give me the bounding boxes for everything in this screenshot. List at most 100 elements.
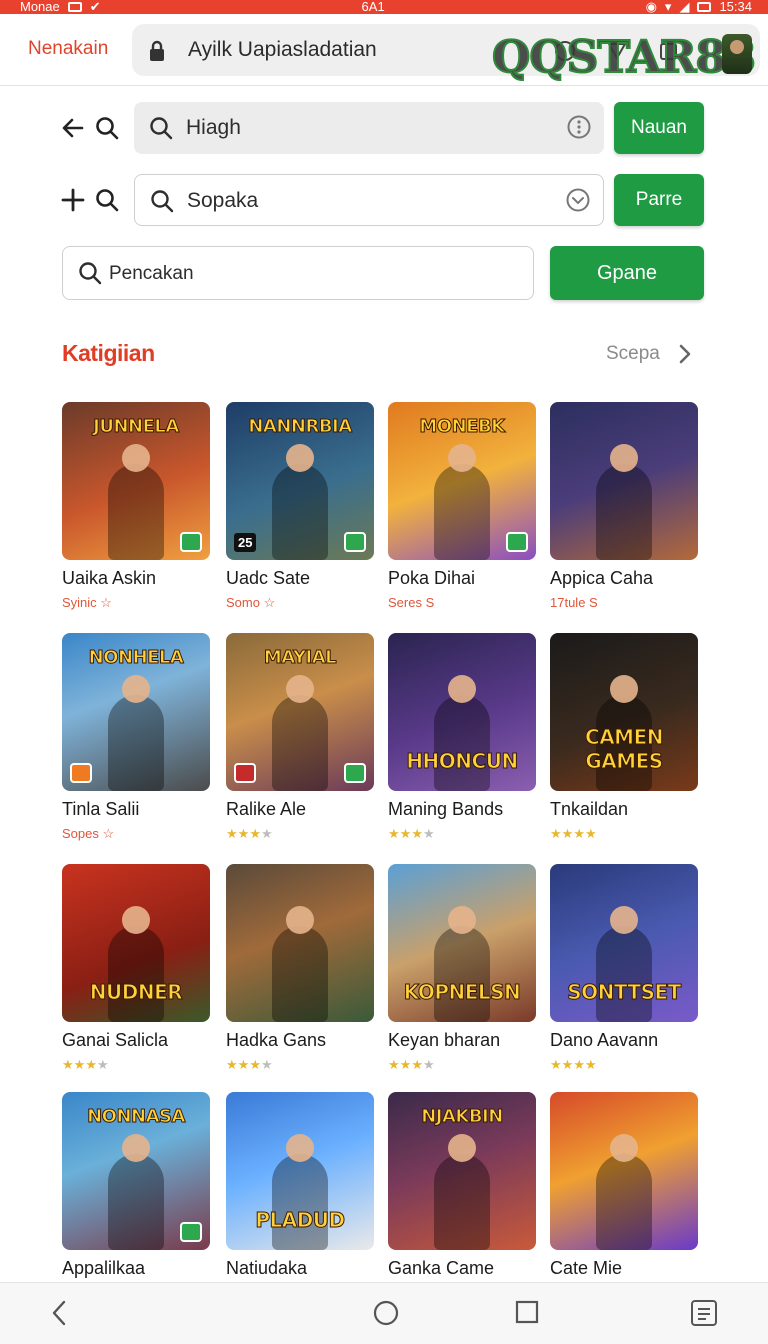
chevron-right-icon bbox=[679, 344, 691, 364]
game-card[interactable]: Hadka Gans ★★★★ bbox=[226, 864, 374, 1073]
star-rating: ★★★★ bbox=[550, 826, 698, 842]
search-value: Hiagh bbox=[186, 116, 241, 139]
category-select[interactable]: Sopaka bbox=[134, 174, 604, 226]
star-icon: ★ bbox=[584, 1057, 597, 1072]
game-title: Maning Bands bbox=[388, 799, 504, 819]
game-thumbnail[interactable]: NUDNER bbox=[62, 864, 210, 1022]
star-icon: ★ bbox=[62, 1057, 74, 1072]
see-all-link[interactable]: Scepa bbox=[606, 343, 692, 365]
star-icon: ★ bbox=[561, 1057, 574, 1072]
star-rating: ★★★★ bbox=[62, 1057, 210, 1073]
game-card[interactable]: HHONCUN Maning Bands ★★★★ bbox=[388, 633, 536, 842]
thumbnail-logo-text: PLADUD bbox=[255, 1208, 346, 1233]
menu-icon[interactable] bbox=[690, 1299, 718, 1327]
recents-icon[interactable] bbox=[514, 1299, 540, 1327]
search-icon[interactable] bbox=[94, 187, 120, 213]
install-badge-icon bbox=[344, 532, 366, 552]
browser-tab[interactable]: Nenakain bbox=[28, 38, 108, 60]
carrier-label: Monae bbox=[20, 0, 60, 14]
game-thumbnail[interactable]: MAYIAL bbox=[226, 633, 374, 791]
pause-badge-icon bbox=[234, 763, 256, 783]
game-thumbnail[interactable] bbox=[226, 864, 374, 1022]
back-icon[interactable] bbox=[48, 1299, 72, 1327]
game-thumbnail[interactable]: SONTTSET bbox=[550, 864, 698, 1022]
search-icon bbox=[79, 262, 102, 285]
game-card[interactable]: NUDNER Ganai Salicla ★★★★ bbox=[62, 864, 210, 1073]
game-title: Tnkaildan bbox=[550, 799, 629, 819]
lock-icon bbox=[150, 40, 164, 61]
character-art bbox=[108, 444, 164, 560]
star-icon: ★ bbox=[411, 826, 423, 841]
game-card[interactable]: NJAKBIN Ganka Came bbox=[388, 1092, 536, 1279]
game-thumbnail[interactable]: KOPNELSN bbox=[388, 864, 536, 1022]
character-art bbox=[596, 906, 652, 1022]
game-thumbnail[interactable]: NONNASA bbox=[62, 1092, 210, 1250]
game-card[interactable]: Appica Caha 17tule S bbox=[550, 402, 698, 610]
select-value: Sopaka bbox=[187, 189, 259, 212]
chevron-down-circle-icon[interactable] bbox=[565, 187, 591, 213]
game-card[interactable]: NONNASA Appalilkaa bbox=[62, 1092, 210, 1279]
thumbnail-logo-text: HHONCUN bbox=[406, 749, 519, 774]
game-card[interactable]: KOPNELSN Keyan bharan ★★★★ bbox=[388, 864, 536, 1073]
parre-button[interactable]: Parre bbox=[614, 174, 704, 226]
search-input[interactable]: Hiagh bbox=[134, 102, 604, 154]
url-text: Ayilk Uapiasladatian bbox=[188, 38, 377, 61]
game-title: Ralike Ale bbox=[226, 799, 307, 819]
star-icon: ★ bbox=[422, 1057, 435, 1072]
game-title: Appica Caha bbox=[550, 568, 654, 588]
search-row-3: Pencakan Gpane bbox=[60, 246, 704, 300]
pencakan-input[interactable]: Pencakan bbox=[62, 246, 534, 300]
info-circle-icon[interactable] bbox=[566, 114, 592, 140]
game-thumbnail[interactable] bbox=[550, 1092, 698, 1250]
home-icon[interactable] bbox=[372, 1299, 400, 1327]
thumbnail-logo-text: CAMEN GAMES bbox=[585, 725, 664, 774]
character-art bbox=[272, 1134, 328, 1250]
search-icon bbox=[150, 117, 173, 140]
game-thumbnail[interactable]: NANNRBIA 25 bbox=[226, 402, 374, 560]
game-title: Uaika Askin bbox=[62, 568, 157, 588]
game-card[interactable]: Cate Mie bbox=[550, 1092, 698, 1279]
battery-icon bbox=[697, 2, 712, 12]
plus-icon[interactable] bbox=[60, 187, 86, 213]
game-subtitle: Seres S bbox=[388, 595, 435, 610]
game-card[interactable]: JUNNELA Uaika Askin Syinic ☆ bbox=[62, 402, 210, 611]
nauan-button[interactable]: Nauan bbox=[614, 102, 704, 154]
install-badge-icon bbox=[180, 1222, 202, 1242]
game-card[interactable]: MAYIAL Ralike Ale ★★★★ bbox=[226, 633, 374, 842]
star-icon: ★ bbox=[249, 1057, 261, 1072]
game-thumbnail[interactable]: HHONCUN bbox=[388, 633, 536, 791]
thumbnail-logo-text: KOPNELSN bbox=[403, 980, 521, 1005]
game-thumbnail[interactable]: PLADUD bbox=[226, 1092, 374, 1250]
game-subtitle: 17tule S bbox=[550, 595, 598, 610]
search-row-2: Sopaka Parre bbox=[60, 174, 704, 226]
game-thumbnail[interactable]: CAMEN GAMES bbox=[550, 633, 698, 791]
game-thumbnail[interactable] bbox=[550, 402, 698, 560]
star-icon: ★ bbox=[237, 1057, 250, 1072]
search-icon[interactable] bbox=[94, 115, 120, 141]
back-arrow-icon[interactable] bbox=[60, 115, 86, 141]
gpane-button[interactable]: Gpane bbox=[550, 246, 704, 300]
game-thumbnail[interactable]: NJAKBIN bbox=[388, 1092, 536, 1250]
game-card[interactable]: CAMEN GAMES Tnkaildan ★★★★ bbox=[550, 633, 698, 842]
avatar[interactable] bbox=[722, 34, 752, 74]
game-card[interactable]: NONHELA Tinla Salii Sopes ☆ bbox=[62, 633, 210, 842]
star-icon: ★ bbox=[399, 1057, 412, 1072]
game-subtitle: Somo ☆ bbox=[226, 595, 276, 610]
thumbnail-logo-text: MAYIAL bbox=[263, 647, 337, 669]
character-art bbox=[108, 1134, 164, 1250]
game-thumbnail[interactable]: MONEBK bbox=[388, 402, 536, 560]
character-art bbox=[108, 675, 164, 791]
see-all-label: Scepa bbox=[606, 343, 660, 364]
star-icon: ★ bbox=[573, 826, 585, 841]
game-card[interactable]: SONTTSET Dano Aavann ★★★★ bbox=[550, 864, 698, 1073]
search-icon bbox=[151, 190, 174, 213]
game-subtitle: Syinic ☆ bbox=[62, 595, 112, 610]
star-rating: ★★★★ bbox=[388, 826, 536, 842]
game-thumbnail[interactable]: NONHELA bbox=[62, 633, 210, 791]
star-icon: ★ bbox=[550, 1057, 562, 1072]
game-card[interactable]: NANNRBIA 25 Uadc Sate Somo ☆ bbox=[226, 402, 374, 611]
star-icon: ★ bbox=[561, 826, 574, 841]
game-card[interactable]: PLADUD Natiudaka bbox=[226, 1092, 374, 1279]
game-card[interactable]: MONEBK Poka Dihai Seres S bbox=[388, 402, 536, 610]
game-thumbnail[interactable]: JUNNELA bbox=[62, 402, 210, 560]
